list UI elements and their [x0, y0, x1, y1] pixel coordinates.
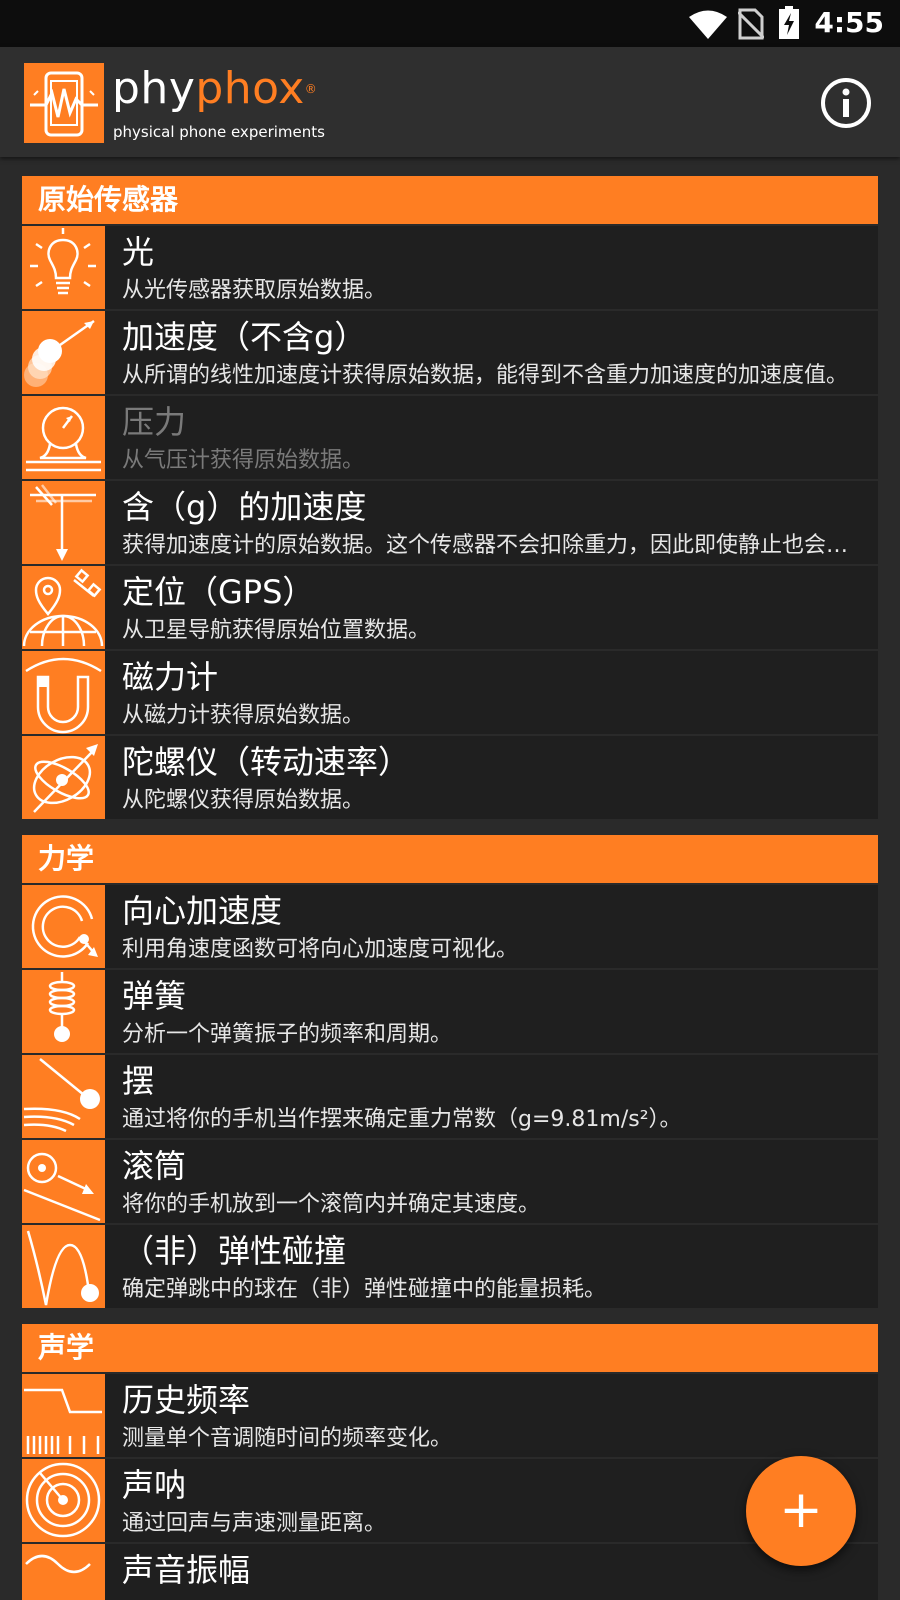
app-subtitle: physical phone experiments [113, 123, 325, 141]
section-header: 声学 [22, 1324, 878, 1372]
experiment-title: （非）弹性碰撞 [122, 1232, 347, 1270]
experiment-title: 历史频率 [122, 1381, 251, 1419]
experiment-title: 声音振幅 [122, 1551, 251, 1589]
experiment-description: 从气压计获得原始数据。 [122, 448, 365, 473]
experiment-description: 将你的手机放到一个滚筒内并确定其速度。 [122, 1192, 541, 1217]
magnet-icon [22, 651, 105, 734]
experiment-title: 压力 [122, 403, 187, 441]
phyphox-logo-icon [24, 63, 104, 143]
gyroscope-icon [22, 736, 105, 819]
experiment-title: 弹簧 [122, 977, 187, 1015]
acceleration-with-g-icon [22, 481, 105, 564]
linear-acceleration-icon [22, 311, 105, 394]
registered-mark: ® [304, 82, 318, 96]
experiment-title: 摆 [122, 1062, 155, 1100]
experiment-description: 获得加速度计的原始数据。这个传感器不会扣除重力，因此即使静止也会显示重力加速度。 [122, 533, 850, 558]
experiment-title: 滚筒 [122, 1147, 187, 1185]
audio-amplitude-icon [22, 1544, 105, 1600]
experiment-title: 向心加速度 [122, 892, 283, 930]
experiment-item[interactable]: 弹簧 分析一个弹簧振子的频率和周期。 [22, 970, 878, 1053]
experiment-item[interactable]: 定位（GPS） 从卫星导航获得原始位置数据。 [22, 566, 878, 649]
experiment-title: 陀螺仪（转动速率） [122, 743, 411, 781]
centripetal-icon [22, 885, 105, 968]
experiment-description: 确定弹跳中的球在（非）弹性碰撞中的能量损耗。 [122, 1277, 607, 1302]
no-sim-icon [738, 8, 764, 40]
experiment-description: 通过将你的手机当作摆来确定重力常数（g=9.81m/s²）。 [122, 1107, 682, 1132]
experiment-description: 利用角速度函数可将向心加速度可视化。 [122, 937, 519, 962]
experiment-item[interactable]: 加速度（不含g） 从所谓的线性加速度计获得原始数据，能得到不含重力加速度的加速度… [22, 311, 878, 394]
section-raw-sensors: 原始传感器 光 从光传感器获取原始数据。 加速度（不含g） 从所谓的线性加速度计… [22, 176, 878, 819]
sonar-icon [22, 1459, 105, 1542]
logo-text-white: phy [112, 63, 196, 114]
experiment-title: 定位（GPS） [122, 573, 315, 611]
roll-icon [22, 1140, 105, 1223]
experiment-title: 含（g）的加速度 [122, 488, 367, 526]
experiment-description: 从光传感器获取原始数据。 [122, 278, 387, 303]
experiment-item[interactable]: 声音振幅 [22, 1544, 878, 1600]
experiment-item-disabled[interactable]: 压力 从气压计获得原始数据。 [22, 396, 878, 479]
section-mechanics: 力学 向心加速度 利用角速度函数可将向心加速度可视化。 弹簧 分析一个弹簧振子的… [22, 835, 878, 1308]
experiment-description: 从所谓的线性加速度计获得原始数据，能得到不含重力加速度的加速度值。 [122, 363, 849, 388]
logo-text-orange: phox [195, 63, 305, 114]
experiment-description: 从磁力计获得原始数据。 [122, 703, 365, 728]
experiment-item[interactable]: （非）弹性碰撞 确定弹跳中的球在（非）弹性碰撞中的能量损耗。 [22, 1225, 878, 1308]
experiment-description: 通过回声与声速测量距离。 [122, 1511, 387, 1536]
bouncing-ball-icon [22, 1225, 105, 1308]
experiment-description: 从陀螺仪获得原始数据。 [122, 788, 365, 813]
clock: 4:55 [814, 6, 884, 39]
experiment-title: 光 [122, 233, 155, 271]
section-header: 力学 [22, 835, 878, 883]
experiment-item[interactable]: 陀螺仪（转动速率） 从陀螺仪获得原始数据。 [22, 736, 878, 819]
frequency-history-icon [22, 1374, 105, 1457]
experiment-description: 测量单个音调随时间的频率变化。 [122, 1426, 453, 1451]
app-bar: phyphox® physical phone experiments [0, 47, 900, 157]
experiment-title: 磁力计 [122, 658, 219, 696]
app-logo-text: phyphox® [112, 65, 317, 113]
experiment-item[interactable]: 滚筒 将你的手机放到一个滚筒内并确定其速度。 [22, 1140, 878, 1223]
pendulum-icon [22, 1055, 105, 1138]
experiment-item[interactable]: 含（g）的加速度 获得加速度计的原始数据。这个传感器不会扣除重力，因此即使静止也… [22, 481, 878, 564]
experiment-title: 加速度（不含g） [122, 318, 367, 356]
wifi-icon [689, 10, 727, 39]
experiment-description: 从卫星导航获得原始位置数据。 [122, 618, 431, 643]
battery-charging-icon [779, 6, 799, 39]
add-experiment-button[interactable]: + [746, 1456, 856, 1566]
experiment-item[interactable]: 光 从光传感器获取原始数据。 [22, 226, 878, 309]
experiment-list[interactable]: 原始传感器 光 从光传感器获取原始数据。 加速度（不含g） 从所谓的线性加速度计… [22, 176, 878, 1600]
pressure-gauge-icon [22, 396, 105, 479]
experiment-item[interactable]: 磁力计 从磁力计获得原始数据。 [22, 651, 878, 734]
experiment-item[interactable]: 摆 通过将你的手机当作摆来确定重力常数（g=9.81m/s²）。 [22, 1055, 878, 1138]
screen: 4:55 phyphox® physical phone experiments… [0, 0, 900, 1600]
experiment-description: 分析一个弹簧振子的频率和周期。 [122, 1022, 453, 1047]
info-icon[interactable] [820, 77, 872, 129]
gps-location-icon [22, 566, 105, 649]
section-acoustics: 声学 历史频率 测量单个音调随时间的频率变化。 声呐 通过回声与声速测量距离。 … [22, 1324, 878, 1600]
light-bulb-icon [22, 226, 105, 309]
experiment-item[interactable]: 历史频率 测量单个音调随时间的频率变化。 [22, 1374, 878, 1457]
spring-icon [22, 970, 105, 1053]
status-bar: 4:55 [0, 0, 900, 47]
section-header: 原始传感器 [22, 176, 878, 224]
experiment-item[interactable]: 向心加速度 利用角速度函数可将向心加速度可视化。 [22, 885, 878, 968]
